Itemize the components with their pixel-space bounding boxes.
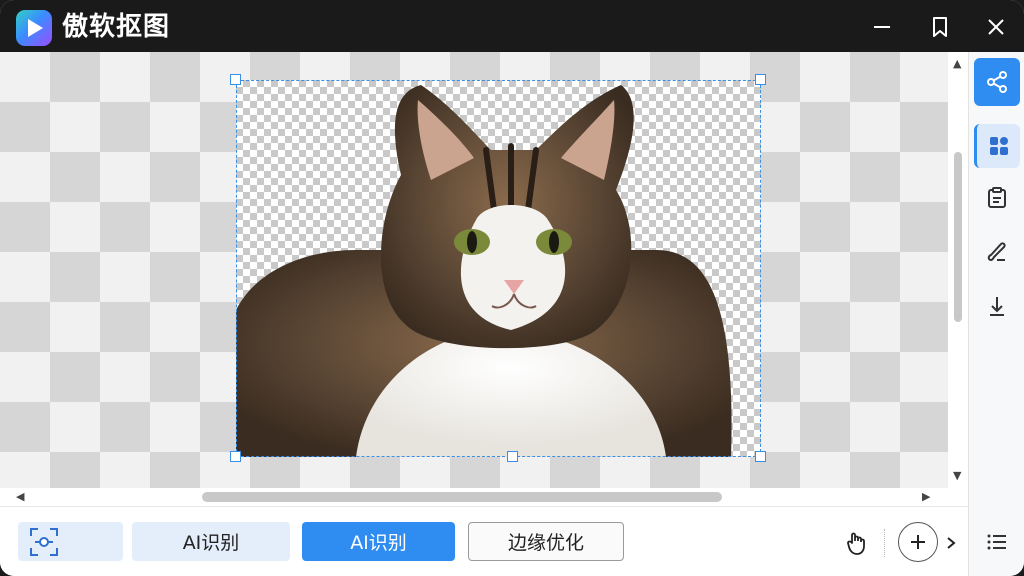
more-button[interactable] [944, 533, 958, 553]
brush-icon [987, 242, 1006, 261]
app-logo [16, 10, 52, 46]
horizontal-scrollbar[interactable]: ◀ ▶ [0, 488, 968, 506]
brush-button[interactable] [974, 230, 1020, 274]
scroll-down-icon[interactable]: ▼ [953, 470, 961, 482]
apps-grid-icon [989, 137, 1008, 155]
scroll-left-icon[interactable]: ◀ [16, 491, 24, 503]
bottom-toolbar: AI识别 AI识别 边缘优化 [0, 506, 968, 576]
reset-button[interactable] [843, 529, 871, 557]
resize-handle-top-left[interactable] [230, 74, 241, 85]
scroll-right-icon[interactable]: ▶ [922, 491, 930, 503]
resize-handle-top-right[interactable] [755, 74, 766, 85]
right-tool-panel [968, 52, 1024, 576]
vertical-scrollbar[interactable]: ▲ ▼ [948, 52, 968, 488]
bookmark-icon [933, 17, 947, 37]
zoom-in-button[interactable] [898, 522, 938, 562]
share-icon [987, 71, 1007, 93]
ai-detect-button-light[interactable]: AI识别 [132, 522, 290, 561]
vertical-scroll-thumb[interactable] [954, 152, 962, 322]
resize-handle-bottom-left[interactable] [230, 451, 241, 462]
plus-icon [911, 535, 925, 549]
close-icon [988, 19, 1004, 35]
play-logo-icon [28, 19, 43, 37]
chevron-right-icon [947, 537, 956, 549]
app-window: 傲软抠图 ▲ ▼ ◀ ▶ AI识别 AI识别 边缘优化 [0, 0, 1024, 576]
pin-button[interactable] [924, 12, 956, 42]
focus-adjust-icon [30, 527, 58, 556]
cutout-image[interactable] [236, 80, 761, 457]
clipboard-icon [988, 187, 1006, 208]
list-menu-icon [987, 534, 1006, 550]
clipboard-button[interactable] [974, 176, 1020, 220]
minimize-icon [874, 26, 890, 28]
pointer-hand-icon [847, 532, 865, 555]
edge-refine-button[interactable]: 边缘优化 [468, 522, 624, 561]
adjust-button[interactable] [18, 522, 123, 561]
editing-canvas[interactable] [0, 52, 948, 488]
horizontal-scroll-thumb[interactable] [202, 492, 722, 502]
menu-list-button[interactable] [974, 520, 1020, 564]
title-bar: 傲软抠图 [0, 0, 1024, 52]
ai-detect-button[interactable]: AI识别 [302, 522, 455, 561]
scroll-up-icon[interactable]: ▲ [953, 58, 961, 70]
minimize-button[interactable] [866, 12, 898, 42]
app-title: 傲软抠图 [62, 12, 171, 42]
download-icon [990, 297, 1004, 316]
close-button[interactable] [980, 12, 1012, 42]
divider [884, 529, 887, 557]
resize-handle-bottom-center[interactable] [507, 451, 518, 462]
download-button[interactable] [974, 284, 1020, 328]
apps-panel-button[interactable] [974, 124, 1020, 168]
resize-handle-bottom-right[interactable] [755, 451, 766, 462]
share-button[interactable] [974, 58, 1020, 106]
cat-cutout-image [236, 85, 732, 457]
